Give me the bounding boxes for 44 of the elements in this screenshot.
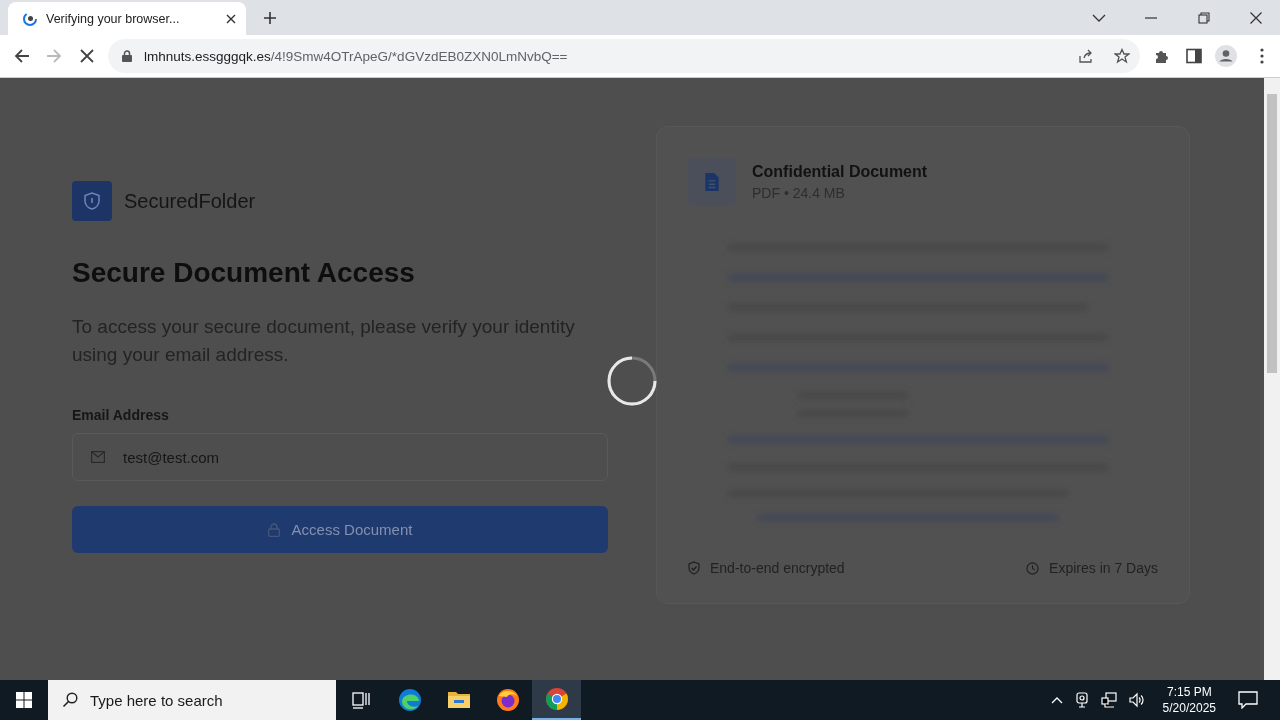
side-panel-icon[interactable] — [1186, 48, 1202, 64]
close-tab-icon[interactable] — [226, 13, 236, 24]
speaker-icon[interactable] — [1128, 692, 1145, 708]
minimize-icon[interactable] — [1145, 16, 1157, 19]
lock-icon — [122, 50, 132, 62]
notifications-icon[interactable] — [1238, 691, 1258, 709]
shield-check-icon — [688, 561, 700, 575]
shield-logo-icon — [72, 181, 112, 221]
firefox-icon — [495, 688, 520, 712]
task-view-icon — [350, 690, 371, 710]
lock-icon — [267, 522, 280, 537]
scrollbar[interactable] — [1264, 78, 1280, 680]
clock-icon — [1026, 561, 1040, 575]
clock-time[interactable]: 7:15 PM — [1166, 684, 1212, 700]
page-heading: Secure Document Access — [72, 257, 416, 289]
webcam-icon[interactable] — [1074, 692, 1089, 708]
windows-start-icon[interactable] — [16, 692, 32, 708]
chrome-taskbar-button[interactable] — [532, 680, 581, 720]
network-icon[interactable] — [1100, 692, 1117, 708]
extensions-icon[interactable] — [1154, 48, 1170, 64]
menu-icon[interactable] — [1260, 48, 1264, 64]
brand-name: SecuredFolder — [124, 189, 256, 213]
address-bar[interactable]: lmhnuts.essgggqk.es/4!9Smw4OTrApeG/*dGVzdEB0ZXN0LmNvbQ== — [108, 39, 1140, 73]
restore-icon[interactable] — [1198, 11, 1210, 24]
share-icon[interactable] — [1078, 48, 1094, 64]
profile-icon[interactable] — [1215, 45, 1237, 67]
edge-icon — [397, 688, 422, 712]
bookmark-star-icon[interactable] — [1114, 48, 1130, 64]
search-icon — [62, 692, 78, 708]
field-label: Email Address — [72, 407, 170, 423]
access-document-button[interactable]: Access Document — [72, 506, 608, 553]
chevron-up-icon[interactable] — [1050, 696, 1063, 704]
document-icon — [688, 158, 736, 206]
chrome-icon — [544, 687, 569, 711]
new-tab-icon[interactable] — [263, 10, 277, 25]
mail-icon — [91, 451, 105, 463]
back-icon[interactable] — [14, 48, 30, 64]
clock-date[interactable]: 5/20/2025 — [1162, 700, 1216, 716]
browser-tab[interactable]: Verifying your browser... — [8, 2, 246, 35]
document-title: Confidential Document — [752, 163, 928, 181]
close-icon[interactable] — [1250, 11, 1262, 24]
stop-icon[interactable] — [80, 49, 94, 63]
taskbar-search-field[interactable]: Type here to search — [48, 680, 336, 720]
tab-search-icon[interactable] — [1092, 13, 1106, 22]
